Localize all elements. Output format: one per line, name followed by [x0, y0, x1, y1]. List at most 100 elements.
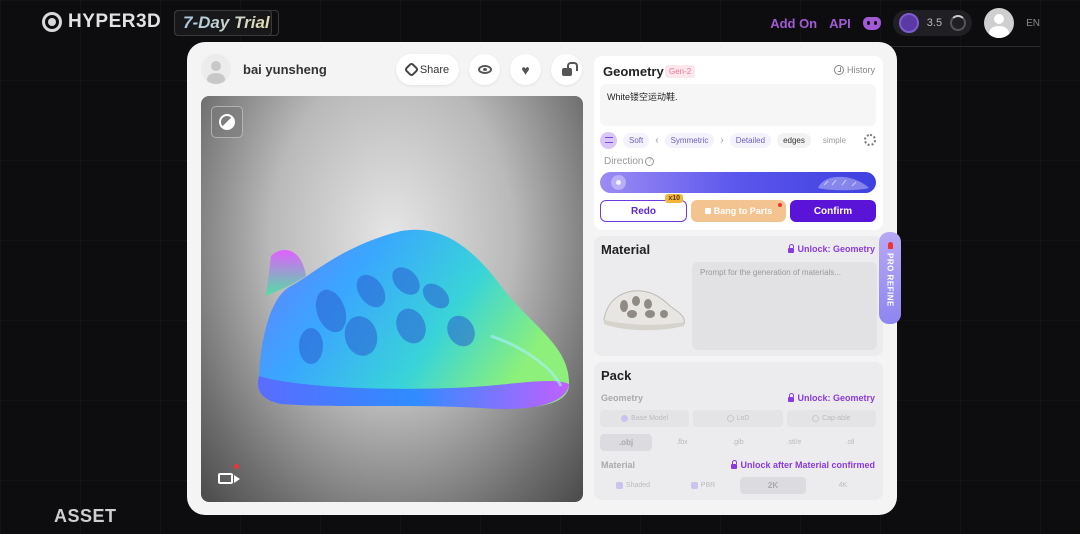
mesh-options: Base Model LoD Cap-able [600, 410, 876, 427]
api-link[interactable]: API [829, 16, 851, 31]
lock-icon [731, 459, 738, 469]
direction-preview-shoe [818, 176, 869, 191]
tag-detailed[interactable]: Detailed [729, 132, 772, 148]
format-glb[interactable]: .glb [712, 434, 764, 451]
new-indicator [778, 203, 782, 207]
style-tags: Soft ‹ Symmetric › Detailed edges simple [600, 131, 876, 149]
radio-icon [812, 415, 820, 422]
radio-icon [621, 415, 629, 422]
option-label: Cap-able [822, 415, 851, 422]
author-name[interactable]: bai yunsheng [243, 62, 327, 77]
logo[interactable]: HYPER3D [42, 11, 161, 33]
unlock-button[interactable] [551, 54, 582, 85]
chevron-left-icon[interactable]: ‹ [655, 135, 658, 146]
lock-icon [788, 243, 795, 253]
material-preview-shoe [603, 290, 685, 331]
section-label-asset: ASSET [54, 506, 117, 526]
confirm-button[interactable]: Confirm [790, 200, 876, 222]
material-sphere-icon [219, 114, 235, 130]
gen-version-badge[interactable]: Gen-2 [665, 65, 696, 78]
option-cap-able[interactable]: Cap-able [786, 410, 876, 427]
option-lod[interactable]: LoD [693, 410, 783, 427]
author-row: bai yunsheng [201, 54, 327, 84]
gear-icon[interactable] [864, 134, 876, 146]
option-base-model[interactable]: Base Model [600, 410, 690, 427]
format-options: .obj .fbx .glb .stl/e .stl [600, 434, 876, 451]
tag-symmetric[interactable]: Symmetric [664, 132, 715, 148]
share-button[interactable]: Share [396, 54, 459, 85]
link-icon [403, 61, 420, 78]
model-viewport[interactable] [201, 96, 583, 502]
user-avatar-icon[interactable] [984, 8, 1015, 38]
confirm-label: Confirm [813, 205, 853, 217]
top-bar: HYPER3D 7-Day Trial Add On API 3.5 EN [0, 0, 1080, 47]
material-unlock-hint: Unlock: Geometry [788, 243, 875, 254]
option-4k[interactable]: 4K [810, 477, 876, 494]
heart-icon: ♥ [521, 61, 530, 78]
option-2k[interactable]: 2K [740, 477, 806, 494]
record-video-button[interactable] [213, 466, 240, 490]
visibility-button[interactable] [469, 54, 500, 85]
credit-timer-icon [950, 15, 967, 31]
option-pbr[interactable]: PBR [670, 477, 736, 494]
material-prompt-input[interactable]: Prompt for the generation of materials..… [692, 262, 877, 350]
lock-icon [788, 392, 795, 402]
history-label: History [846, 65, 875, 75]
bang-to-parts-button[interactable]: Bang to Parts [691, 200, 786, 222]
option-shaded[interactable]: Shaded [600, 477, 666, 494]
author-avatar[interactable] [201, 54, 231, 84]
format-fbx[interactable]: .fbx [656, 434, 708, 451]
format-obj[interactable]: .obj [600, 434, 652, 451]
geometry-prompt-input[interactable]: White镂空运动鞋. [600, 84, 876, 126]
like-button[interactable]: ♥ [510, 54, 541, 85]
radio-icon [726, 415, 734, 422]
render-mode-button[interactable] [211, 106, 243, 138]
tag-soft[interactable]: Soft [623, 132, 650, 148]
material-unlock-text: Unlock: Geometry [797, 244, 875, 254]
redo-button[interactable]: Redo x10 [600, 194, 687, 222]
credits-pill[interactable]: 3.5 [892, 10, 973, 36]
option-label: Base Model [631, 415, 669, 422]
pack-material-label: Material [601, 460, 636, 470]
pack-material-unlock: Unlock after Material confirmed [731, 459, 875, 470]
material-panel: Material Unlock: Geometry Prompt for the… [594, 236, 883, 356]
logo-icon [42, 12, 62, 32]
format-stle[interactable]: .stl/e [768, 434, 820, 451]
help-icon[interactable]: ? [645, 157, 655, 166]
unlock-icon [561, 67, 572, 76]
language-switch[interactable]: EN [1026, 18, 1040, 29]
logo-text: HYPER3D [68, 11, 162, 32]
geometry-panel: Geometry Gen-2 History White镂空运动鞋. Soft … [594, 56, 883, 230]
tags-menu-icon[interactable] [600, 131, 617, 149]
video-camera-icon [217, 472, 240, 484]
shoe-model [257, 229, 570, 409]
pack-geometry-label: Geometry [601, 393, 644, 403]
pro-refine-label: PRO REFINE [885, 253, 895, 307]
history-button[interactable]: History [833, 65, 875, 75]
pack-geometry-unlock-text: Unlock: Geometry [797, 393, 875, 403]
chevron-right-icon[interactable]: › [720, 135, 723, 146]
asset-actions: Share ♥ [396, 54, 582, 85]
tag-edges[interactable]: edges [777, 132, 811, 148]
redo-count-badge: x10 [665, 194, 683, 203]
pack-material-unlock-text: Unlock after Material confirmed [740, 460, 875, 470]
checkbox-icon [690, 482, 698, 489]
share-label: Share [419, 63, 450, 76]
clock-icon [833, 65, 844, 75]
format-stl[interactable]: .stl [824, 434, 876, 451]
add-on-link[interactable]: Add On [770, 16, 817, 31]
parts-icon [704, 208, 711, 214]
material-title: Material [601, 242, 651, 257]
direction-slider-handle[interactable] [611, 175, 626, 190]
redo-label: Redo [631, 205, 656, 217]
option-label: PBR [700, 482, 716, 489]
discord-icon[interactable] [862, 16, 881, 30]
trial-badge[interactable]: 7-Day Trial [174, 10, 279, 36]
pro-refine-icon [887, 242, 893, 249]
asset-modal: bai yunsheng Share ♥ Geometry Gen-2 Hist… [187, 42, 901, 515]
credits-value: 3.5 [926, 17, 943, 29]
pro-refine-tab[interactable]: PRO REFINE [879, 232, 901, 324]
tag-simple[interactable]: simple [817, 133, 852, 148]
eye-icon [477, 65, 492, 74]
direction-slider[interactable] [600, 172, 876, 193]
